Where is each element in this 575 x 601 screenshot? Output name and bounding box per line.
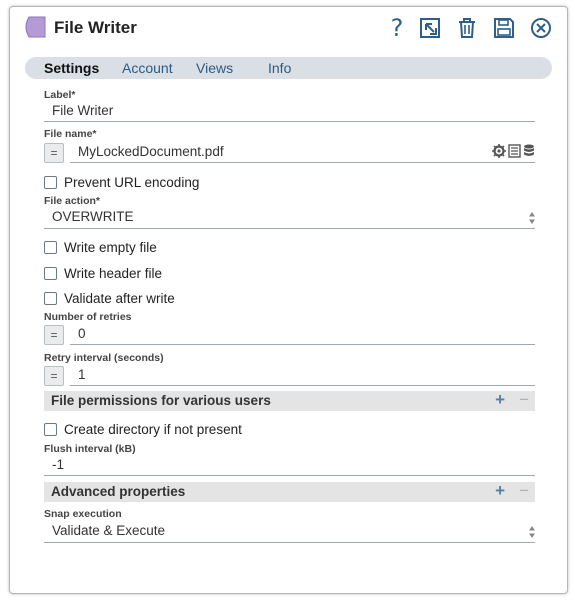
checkbox-box <box>44 291 57 305</box>
label-field-label: Label* <box>44 89 76 101</box>
advanced-properties-title: Advanced properties <box>51 484 186 499</box>
flush-interval-underline <box>44 475 535 476</box>
remove-advanced-property-button[interactable]: − <box>519 481 529 501</box>
checkbox-label: Prevent URL encoding <box>64 174 200 190</box>
retry-interval-input[interactable]: 1 <box>78 367 86 382</box>
file-action-field-label: File action* <box>44 195 101 207</box>
create-directory-checkbox[interactable]: Create directory if not present <box>44 420 242 438</box>
label-input[interactable]: File Writer <box>52 103 113 118</box>
retry-interval-underline <box>70 385 535 386</box>
snap-execution-underline <box>44 542 535 543</box>
number-of-retries-underline <box>70 344 535 345</box>
label-underline <box>44 121 535 122</box>
checkbox-box <box>44 240 57 254</box>
checkbox-label: Write header file <box>64 265 163 281</box>
retry-interval-field-label: Retry interval (seconds) <box>44 352 164 364</box>
file-writer-dialog: File Writer ? Settings Account Views Inf… <box>9 6 568 594</box>
file-name-field-label: File name* <box>44 128 97 140</box>
add-advanced-property-button[interactable]: + <box>495 481 505 501</box>
write-header-file-checkbox[interactable]: Write header file <box>44 264 162 282</box>
snap-execution-field-label: Snap execution <box>44 508 122 520</box>
file-name-expression-toggle[interactable]: = <box>44 143 64 163</box>
file-action-select[interactable]: OVERWRITE <box>52 209 134 224</box>
checkbox-label: Validate after write <box>64 290 175 306</box>
file-name-underline <box>70 162 535 163</box>
checkbox-label: Write empty file <box>64 239 157 255</box>
file-permissions-section: File permissions for various users + − <box>44 390 535 411</box>
advanced-properties-section: Advanced properties + − <box>44 481 535 502</box>
file-name-input[interactable]: MyLockedDocument.pdf <box>78 144 224 159</box>
validate-after-write-checkbox[interactable]: Validate after write <box>44 289 175 307</box>
checkbox-label: Create directory if not present <box>64 421 242 437</box>
file-permissions-title: File permissions for various users <box>51 393 271 408</box>
number-of-retries-input[interactable]: 0 <box>78 326 86 341</box>
gear-icon[interactable] <box>492 144 506 158</box>
select-arrows-icon[interactable] <box>528 211 536 225</box>
remove-permission-button[interactable]: − <box>519 390 529 410</box>
add-permission-button[interactable]: + <box>495 390 505 410</box>
prevent-url-encoding-checkbox[interactable]: Prevent URL encoding <box>44 173 199 191</box>
checkbox-box <box>44 422 57 436</box>
number-of-retries-field-label: Number of retries <box>44 311 132 323</box>
settings-form: Label* File Writer File name* = MyLocked… <box>10 7 567 593</box>
checkbox-box <box>44 266 57 280</box>
file-action-underline <box>44 228 535 229</box>
flush-interval-field-label: Flush interval (kB) <box>44 443 136 455</box>
write-empty-file-checkbox[interactable]: Write empty file <box>44 238 157 256</box>
database-icon[interactable] <box>523 144 535 158</box>
snap-execution-select[interactable]: Validate & Execute <box>52 523 165 538</box>
number-of-retries-expression-toggle[interactable]: = <box>44 325 64 345</box>
checkbox-box <box>44 175 57 189</box>
file-browse-icon[interactable] <box>508 144 521 158</box>
select-arrows-icon[interactable] <box>528 525 536 539</box>
flush-interval-input[interactable]: -1 <box>52 457 64 472</box>
retry-interval-expression-toggle[interactable]: = <box>44 366 64 386</box>
